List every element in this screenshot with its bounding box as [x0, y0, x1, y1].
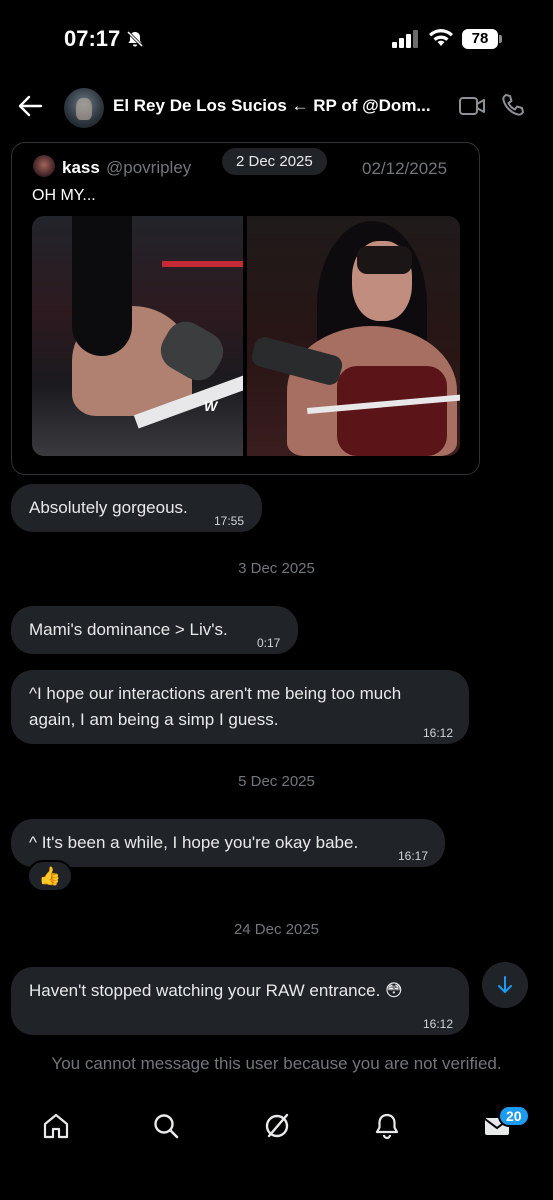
- scroll-to-bottom-button[interactable]: [482, 962, 528, 1008]
- notifications-bell-icon[interactable]: [372, 1111, 402, 1141]
- home-icon[interactable]: [41, 1111, 71, 1141]
- quoted-post-date: 02/12/2025: [362, 159, 448, 178]
- message-bubble[interactable]: ^I hope our interactions aren't me being…: [11, 670, 469, 744]
- message-time: 16:12: [423, 726, 454, 740]
- bell-off-icon: [126, 30, 144, 48]
- messages-badge: 20: [498, 1105, 530, 1127]
- message-bubble[interactable]: ^ It's been a while, I hope you're okay …: [11, 819, 445, 867]
- message-time: 16:12: [423, 1017, 454, 1031]
- message-bubble[interactable]: Haven't stopped watching your RAW entran…: [11, 967, 469, 1035]
- message-bubble[interactable]: Mami's dominance > Liv's. 0:17: [11, 606, 298, 654]
- battery-tip: [499, 35, 502, 43]
- wwe-logo-icon: W: [204, 398, 218, 414]
- conversation-title[interactable]: El Rey De Los Sucios ← RP of @Dom...: [113, 96, 438, 116]
- back-arrow-icon[interactable]: [16, 92, 44, 120]
- quoted-post-card[interactable]: kass @povripley 02/12/2025 OH MY... W: [11, 142, 480, 475]
- thumbs-up-reaction[interactable]: 👍: [27, 860, 73, 892]
- quoted-post-author-name: kass: [62, 158, 100, 177]
- cannot-message-notice: You cannot message this user because you…: [51, 1054, 502, 1073]
- message-time: 0:17: [257, 636, 281, 650]
- conversation-header: El Rey De Los Sucios ← RP of @Dom...: [0, 80, 553, 134]
- date-separator: 3 Dec 2025: [238, 560, 315, 577]
- video-call-icon[interactable]: [458, 94, 486, 118]
- quoted-post-text: OH MY...: [32, 187, 96, 204]
- phone-call-icon[interactable]: [500, 92, 526, 118]
- message-text-line: ^I hope our interactions aren't me being…: [29, 684, 402, 703]
- message-text: ^ It's been a while, I hope you're okay …: [29, 833, 359, 852]
- cellular-signal-icon: [392, 30, 418, 48]
- message-text-line: again, I am being a simp I guess.: [29, 710, 279, 729]
- date-chip: 2 Dec 2025: [222, 148, 327, 175]
- message-text: Mami's dominance > Liv's.: [29, 620, 228, 639]
- quoted-post-avatar: [33, 155, 55, 177]
- status-bar: 07:17 78: [0, 0, 553, 80]
- grok-icon[interactable]: [262, 1111, 292, 1141]
- message-bubble[interactable]: Absolutely gorgeous. 17:55: [11, 484, 262, 532]
- message-time: 17:55: [214, 514, 245, 528]
- quoted-post-author-handle: @povripley: [106, 158, 192, 177]
- media-image-right[interactable]: [247, 216, 460, 456]
- message-text: Absolutely gorgeous.: [29, 498, 188, 517]
- search-icon[interactable]: [151, 1111, 181, 1141]
- clock: 07:17: [64, 26, 121, 51]
- date-separator: 24 Dec 2025: [233, 921, 320, 938]
- bottom-navigation: 20: [0, 1095, 553, 1200]
- date-separator: 5 Dec 2025: [238, 773, 315, 790]
- message-text: Haven't stopped watching your RAW entran…: [29, 981, 403, 1000]
- quoted-post-media[interactable]: W: [32, 216, 460, 456]
- wifi-icon: [429, 29, 453, 46]
- media-image-left[interactable]: W: [32, 216, 243, 456]
- message-time: 16:17: [398, 849, 429, 863]
- avatar[interactable]: [64, 88, 104, 128]
- battery-indicator: 78: [462, 29, 498, 49]
